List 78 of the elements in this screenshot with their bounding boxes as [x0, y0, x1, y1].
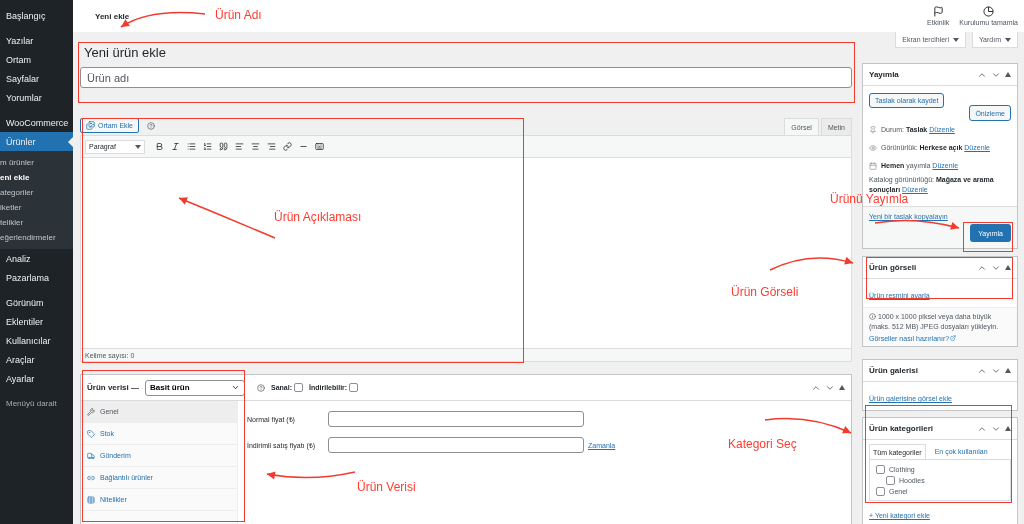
help-icon[interactable] — [257, 383, 265, 392]
page-heading: Yeni ürün ekle — [84, 45, 167, 60]
menu-item[interactable]: Pazarlama — [0, 268, 73, 287]
submenu-item[interactable]: eğerlendirmeler — [0, 230, 73, 245]
annotation-label: Kategori Seç — [728, 437, 797, 451]
panel-title: Ürün kategorileri — [869, 424, 933, 433]
link-icon[interactable] — [283, 142, 292, 151]
eye-icon — [869, 144, 877, 152]
submenu-item[interactable]: telikler — [0, 215, 73, 230]
collapse-icon[interactable] — [1005, 265, 1011, 270]
wrench-icon — [87, 407, 95, 416]
panel-title: Ürün galerisi — [869, 366, 918, 375]
link-icon — [87, 473, 95, 482]
help-icon[interactable] — [147, 121, 155, 130]
menu-item[interactable]: Görünüm — [0, 293, 73, 312]
annotation-label: Ürün Görseli — [731, 285, 799, 299]
keyboard-icon[interactable] — [315, 142, 324, 151]
annotation-label: Ürün Açıklaması — [274, 210, 362, 224]
highlight-frame — [963, 222, 1013, 252]
menu-item[interactable]: Araçlar — [0, 350, 73, 369]
submenu-item[interactable]: m ürünler — [0, 155, 73, 170]
menu-item[interactable]: Yazılar — [0, 31, 73, 50]
menu-item[interactable]: Başlangıç — [0, 6, 73, 25]
quote-icon[interactable] — [219, 142, 228, 151]
pin-icon — [869, 126, 877, 134]
collapse-menu[interactable]: Menüyü daralt — [0, 394, 73, 413]
calendar-icon — [869, 162, 877, 170]
submenu-item[interactable]: ategoriler — [0, 185, 73, 200]
external-link-icon — [950, 335, 957, 341]
product-type-select[interactable]: Basit ürün — [145, 379, 245, 396]
table-icon — [87, 495, 95, 504]
price-field[interactable] — [328, 437, 584, 453]
panel-title: Yayımla — [869, 70, 899, 79]
menu-item[interactable]: WooCommerce — [0, 113, 73, 132]
page-title: Yeni ekle — [95, 11, 130, 21]
checkbox[interactable] — [349, 383, 359, 392]
collapse-icon[interactable] — [839, 385, 845, 390]
checkbox[interactable] — [886, 475, 895, 485]
submenu-item[interactable]: eni ekle — [0, 170, 73, 185]
clock-icon — [983, 6, 995, 17]
annotation-label: Ürün Adı — [215, 8, 262, 22]
menu-item[interactable]: Eklentiler — [0, 312, 73, 331]
bullet-list-icon[interactable] — [187, 142, 196, 151]
submenu-item[interactable]: iketler — [0, 200, 73, 215]
panel-title: Ürün görseli — [869, 263, 917, 272]
tag-icon — [87, 429, 95, 438]
collapse-icon[interactable] — [1005, 426, 1011, 431]
menu-item[interactable]: Analiz — [0, 249, 73, 268]
menu-item[interactable]: Ortam — [0, 50, 73, 69]
annotation-label: Ürün Verisi — [357, 480, 416, 494]
menu-item[interactable]: Kullanıcılar — [0, 331, 73, 350]
checkbox[interactable] — [876, 464, 885, 474]
menu-item[interactable]: Sayfalar — [0, 69, 73, 88]
price-field[interactable] — [328, 411, 584, 427]
menu-item[interactable]: Yorumlar — [0, 88, 73, 107]
checkbox[interactable] — [294, 383, 304, 392]
caret-icon — [135, 144, 141, 149]
truck-icon — [87, 451, 95, 460]
flag-icon — [932, 6, 944, 17]
checkbox[interactable] — [876, 486, 885, 496]
align-left-icon[interactable] — [235, 142, 244, 151]
menu-item[interactable]: Ürünler — [0, 132, 73, 151]
title-field[interactable]: Ürün adı — [80, 67, 852, 88]
caret-icon — [952, 37, 959, 42]
numbered-list-icon[interactable] — [203, 142, 212, 151]
panel-title: Ürün verisi — — [87, 383, 139, 392]
collapse-icon[interactable] — [1005, 72, 1011, 77]
chevron-down-icon — [231, 383, 240, 392]
annotation-label: Ürünü Yayımla — [830, 192, 909, 206]
align-center-icon[interactable] — [251, 142, 260, 151]
images-icon — [86, 121, 95, 130]
caret-icon — [1005, 37, 1011, 42]
collapse-icon[interactable] — [1005, 368, 1011, 373]
info-icon — [869, 313, 876, 320]
italic-icon[interactable] — [171, 142, 180, 151]
align-right-icon[interactable] — [267, 142, 276, 151]
bold-icon[interactable] — [155, 142, 164, 151]
menu-item[interactable]: Ayarlar — [0, 369, 73, 388]
